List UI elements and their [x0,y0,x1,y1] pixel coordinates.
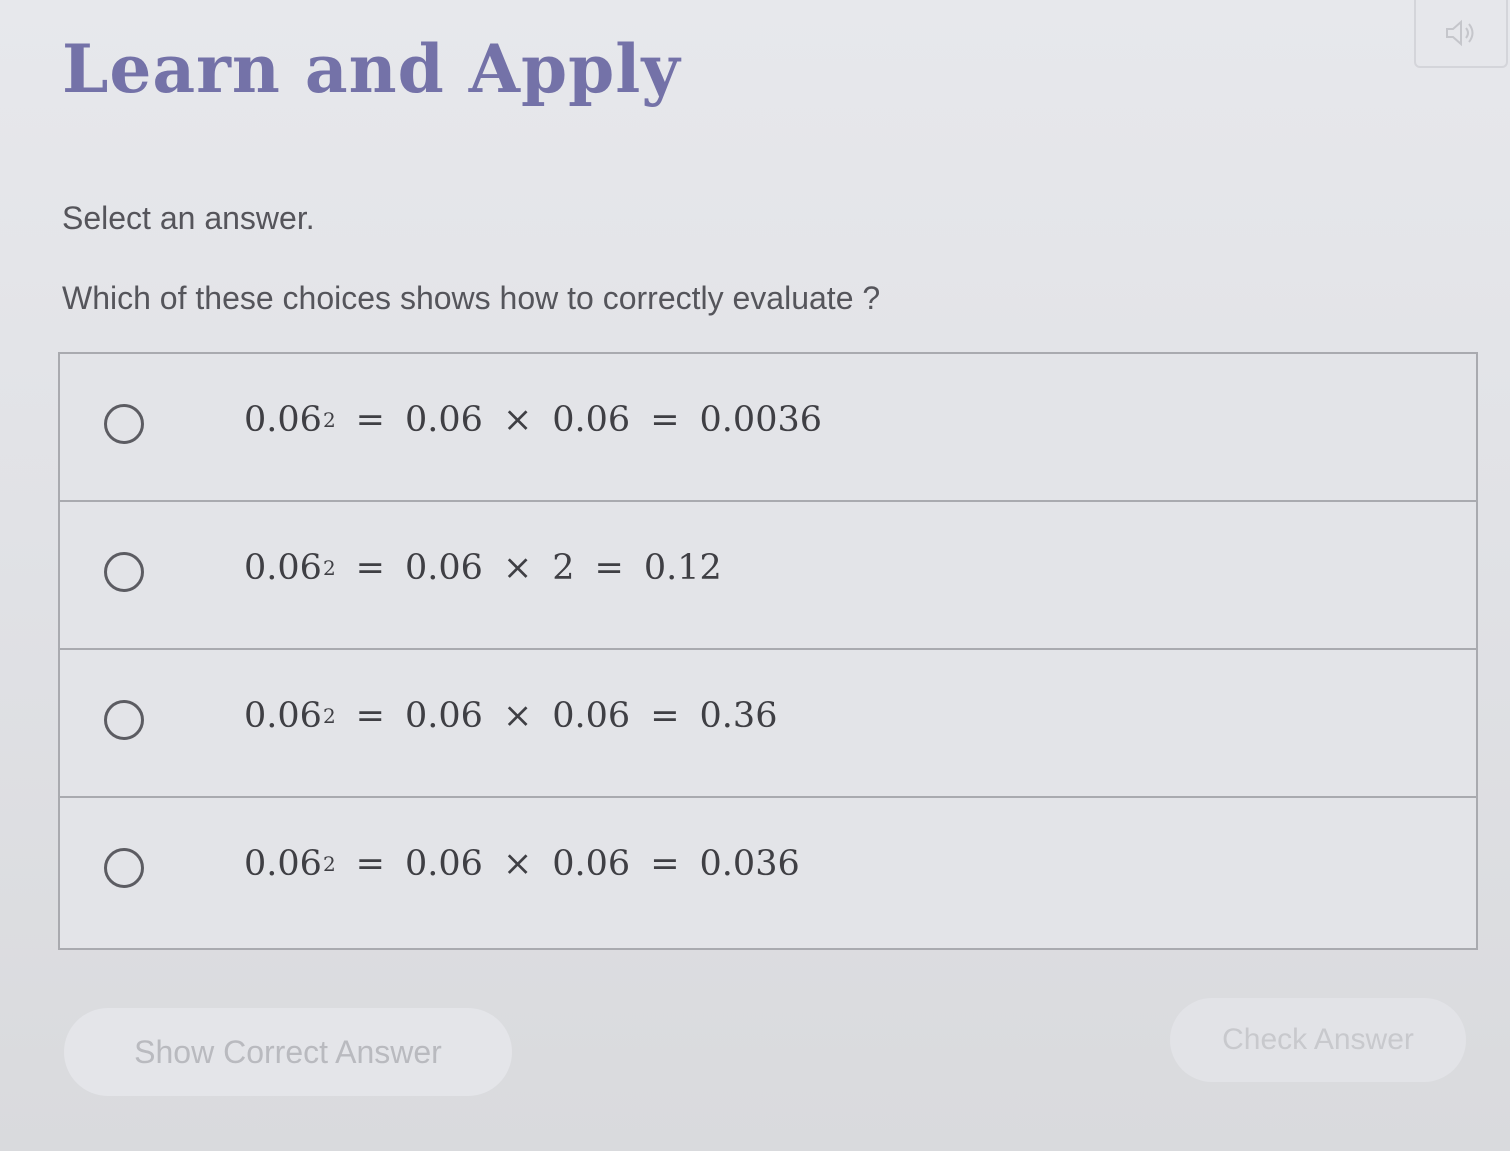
expression-base: 0.06 [244,844,322,884]
expression-result: 0.036 [699,844,800,884]
operand-2: 0.06 [552,400,631,440]
times-sign: × [502,696,533,736]
equals-sign: = [650,400,680,440]
expression-exponent: 2 [322,408,336,432]
page: Learn and Apply Select an answer. Which … [0,0,1510,1151]
answer-choice-1[interactable]: 0.06 2 = 0.06 × 0.06 = 0.0036 [60,354,1476,502]
times-sign: × [502,400,533,440]
equals-sign: = [355,696,385,736]
radio-button[interactable] [104,404,144,444]
operand-2: 0.06 [552,844,631,884]
expression-exponent: 2 [322,556,336,580]
choice-expression: 0.06 2 = 0.06 × 0.06 = 0.036 [244,844,800,884]
page-title: Learn and Apply [62,30,681,108]
operand-1: 0.06 [405,400,483,440]
operand-1: 0.06 [405,696,483,736]
speaker-icon [1444,19,1478,47]
answer-choices: 0.06 2 = 0.06 × 0.06 = 0.0036 0.06 2 = 0.0… [58,352,1478,950]
operand-2: 0.06 [552,696,631,736]
choice-expression: 0.06 2 = 0.06 × 2 = 0.12 [244,548,722,588]
equals-sign: = [650,696,680,736]
show-correct-answer-button[interactable]: Show Correct Answer [64,1008,512,1096]
expression-result: 0.0036 [699,400,822,440]
audio-button[interactable] [1414,0,1508,68]
equals-sign: = [355,844,385,884]
choice-expression: 0.06 2 = 0.06 × 0.06 = 0.36 [244,696,777,736]
times-sign: × [502,548,533,588]
answer-choice-4[interactable]: 0.06 2 = 0.06 × 0.06 = 0.036 [60,798,1476,948]
equals-sign: = [594,548,624,588]
choice-expression: 0.06 2 = 0.06 × 0.06 = 0.0036 [244,400,822,440]
answer-choice-3[interactable]: 0.06 2 = 0.06 × 0.06 = 0.36 [60,650,1476,798]
equals-sign: = [355,548,385,588]
operand-1: 0.06 [405,548,483,588]
radio-button[interactable] [104,848,144,888]
operand-2: 2 [552,548,575,588]
question-text: Which of these choices shows how to corr… [62,280,881,316]
operand-1: 0.06 [405,844,483,884]
times-sign: × [502,844,533,884]
expression-exponent: 2 [322,852,336,876]
answer-choice-2[interactable]: 0.06 2 = 0.06 × 2 = 0.12 [60,502,1476,650]
expression-base: 0.06 [244,400,322,440]
expression-exponent: 2 [322,704,336,728]
radio-button[interactable] [104,700,144,740]
expression-result: 0.36 [699,696,778,736]
equals-sign: = [650,844,680,884]
instruction-text: Select an answer. [62,200,315,236]
radio-button[interactable] [104,552,144,592]
check-answer-button[interactable]: Check Answer [1170,998,1466,1082]
expression-base: 0.06 [244,696,322,736]
expression-result: 0.12 [643,548,722,588]
expression-base: 0.06 [244,548,322,588]
equals-sign: = [355,400,385,440]
